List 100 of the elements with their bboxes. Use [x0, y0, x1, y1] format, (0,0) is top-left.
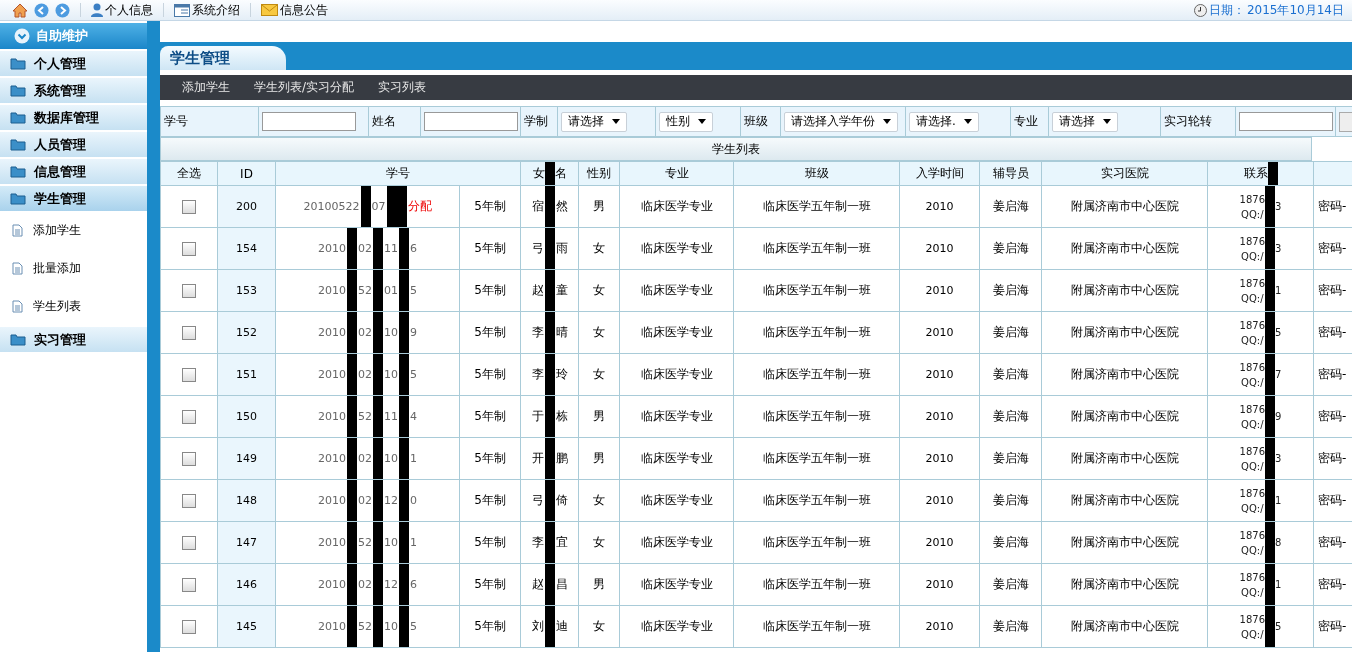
- filter-dropdown[interactable]: 请选择.: [909, 111, 979, 132]
- redaction-bar: [544, 354, 555, 395]
- row-checkbox[interactable]: [182, 367, 196, 382]
- redaction-bar: [1265, 228, 1276, 269]
- column-header: 实习医院: [1041, 161, 1208, 186]
- header-fragment: 联系: [1243, 165, 1268, 182]
- table-cell: 附属济南市中心医院: [1041, 395, 1208, 438]
- table-cell: 2010: [899, 269, 980, 312]
- redaction-bar: [347, 564, 357, 605]
- filter-label: 实习轮转: [1164, 113, 1212, 130]
- table-cell: 临床医学专业: [619, 563, 734, 606]
- number-fragment: 2010: [317, 241, 347, 257]
- document-icon: [12, 261, 23, 275]
- sidebar-item[interactable]: 学生管理: [0, 186, 147, 211]
- phone-fragment: 3: [1275, 453, 1282, 464]
- filter-input[interactable]: [424, 112, 518, 131]
- window-icon: [174, 3, 190, 17]
- toolbar-link[interactable]: 信息公告: [261, 1, 328, 19]
- row-checkbox[interactable]: [182, 325, 196, 340]
- phone-fragment: 1876: [1239, 613, 1266, 625]
- status-text: 分配: [406, 198, 433, 215]
- sidebar-item[interactable]: 个人管理: [0, 51, 147, 76]
- sidebar-subitem[interactable]: 批量添加: [0, 249, 147, 287]
- sidebar-item[interactable]: 数据库管理: [0, 105, 147, 130]
- table-cell: 临床医学五年制一班: [733, 311, 900, 354]
- phone-fragment: 1876: [1239, 403, 1266, 415]
- column-header: ID: [217, 161, 276, 186]
- redaction-bar: [347, 606, 357, 647]
- redaction-bar: [1265, 312, 1276, 353]
- nav-link[interactable]: 添加学生: [182, 79, 230, 96]
- table-cell: 146: [217, 563, 276, 606]
- table-cell: 姜启海: [979, 605, 1042, 648]
- qq-fragment: QQ:/: [1240, 544, 1265, 556]
- table-cell: 5年制: [459, 563, 521, 606]
- redaction-bar: [373, 438, 383, 479]
- row-checkbox[interactable]: [182, 283, 196, 298]
- folder-icon: [10, 165, 26, 178]
- table-cell: 临床医学专业: [619, 395, 734, 438]
- row-checkbox[interactable]: [182, 577, 196, 592]
- qq-fragment: QQ:/: [1240, 502, 1265, 514]
- phone-fragment: 1876: [1239, 361, 1266, 373]
- table-cell: 5年制: [459, 437, 521, 480]
- name-fragment: 宿: [530, 198, 545, 215]
- redaction-bar: [347, 480, 357, 521]
- qq-fragment: QQ:/: [1240, 334, 1265, 346]
- row-checkbox[interactable]: [182, 199, 196, 214]
- row-checkbox[interactable]: [182, 241, 196, 256]
- filter-dropdown[interactable]: 性别: [659, 111, 713, 132]
- sidebar-item[interactable]: 系统管理: [0, 78, 147, 103]
- filter-dropdown[interactable]: 请选择: [561, 111, 627, 132]
- sidebar-subitem[interactable]: 学生列表: [0, 287, 147, 325]
- table-cell: 2010: [899, 311, 980, 354]
- header-fragment: 女: [532, 165, 545, 182]
- row-checkbox[interactable]: [182, 535, 196, 550]
- redaction-bar: [399, 480, 409, 521]
- nav-link[interactable]: 实习列表: [378, 79, 427, 96]
- table-cell: 姜启海: [979, 227, 1042, 270]
- sidebar-subitem[interactable]: 添加学生: [0, 211, 147, 249]
- home-icon[interactable]: [12, 2, 28, 18]
- sidebar-item[interactable]: 实习管理: [0, 327, 147, 352]
- number-fragment: 2010: [317, 577, 347, 593]
- table-cell: 附属济南市中心医院: [1041, 437, 1208, 480]
- phone-fragment: 3: [1275, 201, 1282, 212]
- filter-input[interactable]: [262, 112, 356, 131]
- number-fragment: 20100522: [302, 199, 361, 215]
- filter-input[interactable]: [1239, 112, 1333, 131]
- table-cell: 临床医学五年制一班: [733, 185, 900, 228]
- toolbar-link[interactable]: 系统介绍: [174, 1, 240, 19]
- qq-fragment: QQ:/: [1240, 418, 1265, 430]
- table-cell: 临床医学专业: [619, 521, 734, 564]
- envelope-icon: [261, 4, 278, 16]
- page-tab[interactable]: 学生管理: [160, 46, 286, 70]
- sidebar-item[interactable]: 人员管理: [0, 132, 147, 157]
- phone-fragment: 1876: [1239, 319, 1266, 331]
- redaction-bar: [360, 186, 371, 227]
- sidebar-item[interactable]: 信息管理: [0, 159, 147, 184]
- redaction-bar: [373, 270, 383, 311]
- forward-icon[interactable]: [55, 2, 70, 18]
- name-fragment: 李: [530, 534, 545, 551]
- row-checkbox[interactable]: [182, 409, 196, 424]
- table-cell: 姜启海: [979, 563, 1042, 606]
- back-icon[interactable]: [34, 2, 49, 18]
- row-checkbox[interactable]: [182, 619, 196, 634]
- toolbar-link[interactable]: 个人信息: [91, 1, 153, 19]
- number-fragment: 02: [357, 493, 373, 509]
- table-cell: 临床医学专业: [619, 437, 734, 480]
- row-checkbox[interactable]: [182, 451, 196, 466]
- folder-icon: [10, 138, 26, 151]
- name-fragment: 宜: [554, 534, 569, 551]
- qq-fragment: QQ:/: [1240, 460, 1265, 472]
- nav-link[interactable]: 学生列表/实习分配: [254, 79, 355, 96]
- table-cell: 临床医学专业: [619, 185, 734, 228]
- table-cell: 5年制: [459, 395, 521, 438]
- folder-icon: [10, 57, 26, 70]
- row-checkbox[interactable]: [182, 493, 196, 508]
- table-cell: 附属济南市中心医院: [1041, 311, 1208, 354]
- filter-dropdown[interactable]: 请选择: [1052, 111, 1118, 132]
- filter-dropdown[interactable]: 请选择入学年份: [784, 111, 898, 132]
- table-cell: 附属济南市中心医院: [1041, 227, 1208, 270]
- column-header[interactable]: 全选: [160, 161, 218, 186]
